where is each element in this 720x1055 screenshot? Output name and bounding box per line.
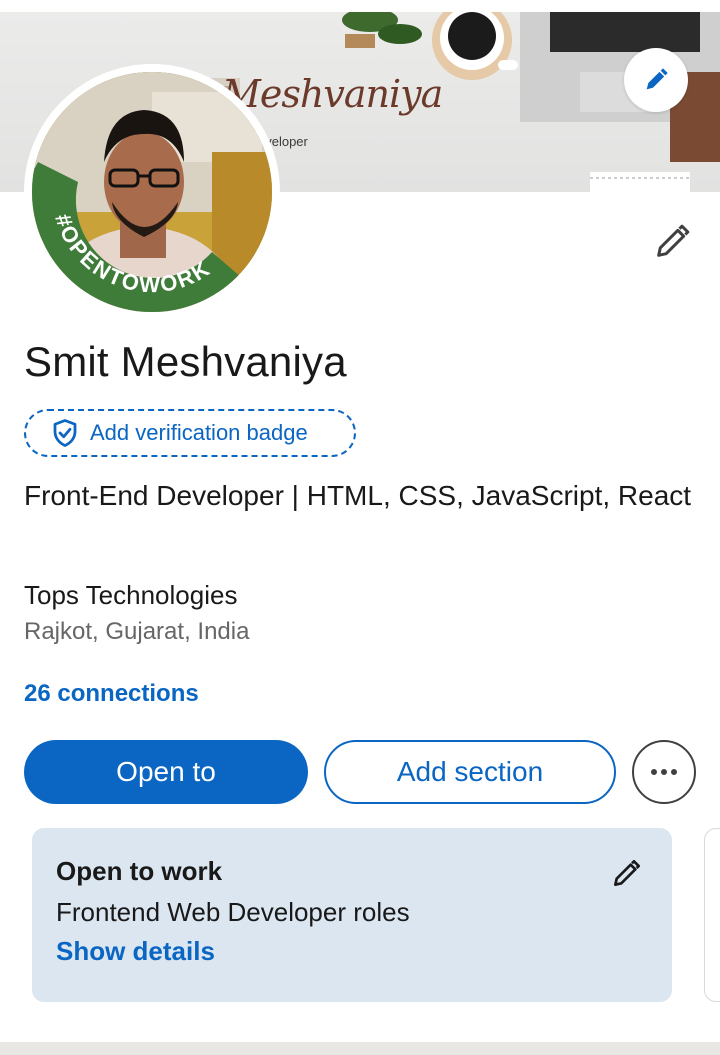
next-carousel-card[interactable] [704,828,720,1002]
profile-location: Rajkot, Gujarat, India [24,618,250,645]
edit-intro-button[interactable] [646,216,698,268]
open-to-work-title: Open to work [56,856,223,886]
verification-badge-label: Add verification badge [90,420,308,445]
profile-headline: Front-End Developer | HTML, CSS, JavaScr… [24,480,692,511]
more-options-button[interactable] [632,740,696,804]
edit-open-to-work-button[interactable] [610,858,642,890]
open-to-work-frame: #OPENTOWORK [32,162,242,312]
add-section-button[interactable]: Add section [324,740,616,804]
profile-name: Smit Meshvaniya [24,338,347,385]
pencil-icon [646,68,668,90]
section-divider [0,1042,720,1055]
cover-edit-button[interactable] [624,48,688,112]
profile-company: Tops Technologies [24,580,238,610]
laptop-image [520,12,720,162]
coffee-cup-image [432,12,518,80]
shield-check-icon [53,419,77,447]
plant-image [342,12,422,48]
pencil-icon [657,224,690,257]
avatar-photo: #OPENTOWORK [32,72,272,312]
connections-link[interactable]: 26 connections [24,680,199,708]
notebook-image [590,172,690,192]
open-to-work-card[interactable]: Open to work Frontend Web Developer role… [32,828,672,1002]
open-to-work-roles: Frontend Web Developer roles [56,897,410,927]
open-to-button[interactable]: Open to [24,740,308,804]
pencil-icon [614,860,640,886]
more-horizontal-icon [651,769,677,775]
profile-avatar[interactable]: #OPENTOWORK [24,64,280,320]
show-details-link[interactable]: Show details [56,936,648,967]
add-verification-badge-button[interactable]: Add verification badge [24,409,356,457]
